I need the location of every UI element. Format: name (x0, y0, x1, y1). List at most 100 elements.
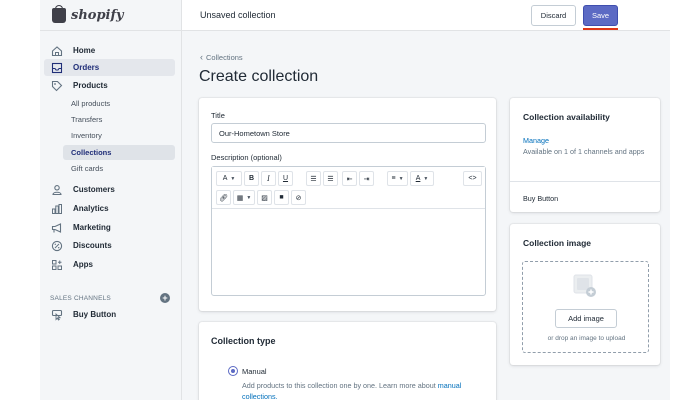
availability-title: Collection availability (523, 112, 610, 122)
title-label: Title (211, 111, 225, 120)
chevron-left-icon: ‹ (200, 52, 203, 62)
chevron-down-icon: ▼ (246, 194, 252, 201)
outdent-icon: ⇤ (346, 175, 353, 183)
title-description-card: Title Our-Hometown Store Description (op… (199, 98, 496, 311)
brand-logo[interactable]: shopify (40, 0, 182, 30)
insert-image-button[interactable]: ▨ (257, 190, 272, 205)
align-dropdown[interactable]: ≡ ▼ (387, 171, 408, 186)
orders-icon (51, 62, 63, 74)
brand-name: shopify (71, 7, 124, 23)
apps-icon (51, 259, 63, 271)
sidebar-item-discounts[interactable]: Discounts (44, 237, 175, 254)
sidebar-item-label: Marketing (73, 223, 111, 232)
main-content: ‹ Collections Create collection Title Ou… (182, 31, 670, 400)
image-icon: ▨ (261, 194, 268, 202)
sidebar-item-label: Discounts (73, 241, 112, 250)
description-label: Description (optional) (211, 153, 282, 162)
sidebar-item-analytics[interactable]: Analytics (44, 200, 175, 217)
save-focus-underline (583, 28, 618, 30)
sidebar-item-label: Analytics (73, 204, 109, 213)
sidebar-item-label: Apps (73, 260, 93, 269)
drop-image-hint: or drop an image to upload (547, 335, 626, 342)
title-input[interactable]: Our-Hometown Store (211, 123, 486, 143)
bullet-list-button[interactable]: ☰ (306, 171, 321, 186)
insert-table-dropdown[interactable]: ▦ ▼ (233, 190, 255, 205)
availability-divider (510, 181, 660, 182)
sidebar: Home Orders Products All products Transf… (40, 31, 182, 400)
text-color-dropdown[interactable]: A ▼ (410, 171, 434, 186)
indent-button[interactable]: ⇥ (359, 171, 374, 186)
sidebar-subitem-inventory[interactable]: Inventory (63, 128, 175, 143)
link-icon: 🔗︎ (219, 194, 228, 202)
sidebar-item-label: Home (73, 46, 96, 55)
align-left-icon: ≡ (391, 175, 396, 182)
add-sales-channel-icon[interactable]: + (160, 293, 170, 303)
sidebar-item-orders[interactable]: Orders (44, 59, 175, 76)
table-icon: ▦ (236, 194, 244, 202)
clear-formatting-button[interactable]: ⊘ (291, 190, 306, 205)
video-icon: ■ (279, 194, 284, 201)
bar-chart-icon (51, 203, 63, 215)
editor-toolbar: A ▼ B I U ☰ ☰ ⇤ ⇥ ≡ ▼ A ▼ <> 🔗︎ ▦ ▼ ▨ ■ ⊘ (212, 167, 485, 209)
description-text-area[interactable] (212, 209, 485, 295)
collection-image-card: Collection image Add image or drop an im… (510, 224, 660, 365)
manage-link[interactable]: Manage (523, 136, 549, 145)
sidebar-item-customers[interactable]: Customers (44, 181, 175, 198)
bold-button[interactable]: B (244, 171, 259, 186)
manual-desc-text: Add products to this collection one by o… (242, 381, 436, 390)
sidebar-subitem-collections[interactable]: Collections (63, 145, 175, 160)
breadcrumb[interactable]: ‹ Collections (200, 52, 243, 62)
add-image-button[interactable]: Add image (555, 309, 617, 328)
person-icon (51, 184, 63, 196)
description-editor: A ▼ B I U ☰ ☰ ⇤ ⇥ ≡ ▼ A ▼ <> 🔗︎ ▦ ▼ ▨ ■ ⊘ (211, 166, 486, 296)
discard-button[interactable]: Discard (531, 5, 576, 26)
sidebar-item-home[interactable]: Home (44, 42, 175, 59)
numbered-list-icon: ☰ (327, 175, 334, 183)
tag-icon (51, 80, 63, 92)
sales-channels-label: SALES CHANNELS (50, 294, 111, 302)
italic-button[interactable]: I (261, 171, 276, 186)
sidebar-item-label: Customers (73, 185, 115, 194)
image-dropzone[interactable]: Add image or drop an image to upload (522, 261, 649, 353)
collection-type-card: Collection type Manual Add products to t… (199, 322, 496, 400)
availability-channel: Buy Button (523, 194, 559, 203)
breadcrumb-label: Collections (206, 52, 243, 62)
chevron-down-icon: ▼ (230, 175, 236, 182)
manual-label[interactable]: Manual (242, 367, 267, 376)
sidebar-item-apps[interactable]: Apps (44, 256, 175, 273)
outdent-button[interactable]: ⇤ (342, 171, 357, 186)
sidebar-subitem-all-products[interactable]: All products (63, 96, 175, 111)
image-placeholder-icon (573, 274, 597, 298)
indent-icon: ⇥ (363, 175, 370, 183)
page-title: Create collection (199, 68, 319, 85)
chevron-down-icon: ▼ (398, 175, 404, 182)
chevron-down-icon: ▼ (423, 175, 429, 182)
availability-description: Available on 1 of 1 channels and apps (523, 147, 645, 156)
underline-button[interactable]: U (278, 171, 293, 186)
text-color-glyph: A (415, 175, 421, 182)
sidebar-item-marketing[interactable]: Marketing (44, 219, 175, 236)
collection-image-title: Collection image (523, 238, 592, 248)
sidebar-item-label: Orders (73, 63, 100, 72)
insert-link-button[interactable]: 🔗︎ (216, 190, 231, 205)
save-button[interactable]: Save (583, 5, 618, 26)
shopify-bag-icon (52, 4, 66, 23)
sales-channels-header: SALES CHANNELS + (50, 291, 170, 305)
clear-formatting-icon: ⊘ (295, 194, 302, 202)
show-html-button[interactable]: <> (463, 171, 482, 186)
availability-card: Collection availability Manage Available… (510, 98, 660, 212)
home-icon (51, 45, 63, 57)
sidebar-item-products[interactable]: Products (44, 77, 175, 94)
sidebar-subitem-transfers[interactable]: Transfers (63, 112, 175, 127)
sidebar-item-label: Buy Button (73, 310, 117, 319)
manual-description: Add products to this collection one by o… (242, 380, 492, 400)
insert-video-button[interactable]: ■ (274, 190, 289, 205)
sidebar-subitem-gift-cards[interactable]: Gift cards (63, 161, 175, 176)
font-dropdown[interactable]: A ▼ (216, 171, 242, 186)
manual-radio[interactable] (228, 366, 238, 376)
sidebar-item-buy-button[interactable]: Buy Button (44, 306, 175, 323)
bullet-list-icon: ☰ (310, 175, 317, 183)
font-glyph: A (222, 175, 228, 182)
collection-type-title: Collection type (211, 336, 276, 346)
numbered-list-button[interactable]: ☰ (323, 171, 338, 186)
